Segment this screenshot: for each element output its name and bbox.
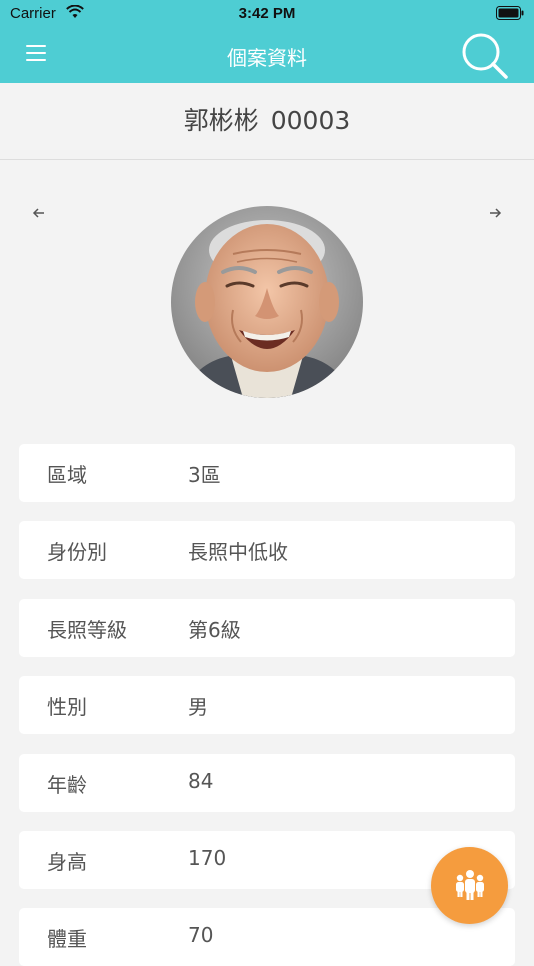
group-action-button[interactable]	[431, 847, 508, 924]
info-label: 體重	[47, 927, 87, 951]
client-id: 00003	[270, 106, 351, 135]
info-label: 長照等級	[47, 618, 127, 642]
nav-bar: 個案資料	[0, 28, 534, 83]
info-label: 身份別	[47, 540, 107, 564]
status-time: 3:42 PM	[238, 5, 296, 22]
arrow-right-icon[interactable]	[485, 203, 505, 223]
avatar	[171, 206, 363, 398]
info-row-region: 區域 3區	[19, 444, 515, 502]
info-value: 第6級	[188, 618, 241, 642]
info-row-identity: 身份別 長照中低收	[19, 521, 515, 579]
client-header: 郭彬彬 00003	[0, 83, 534, 160]
info-row-weight: 體重 70	[19, 908, 515, 966]
info-value: 170	[188, 846, 227, 870]
info-row-age: 年齡 84	[19, 754, 515, 812]
arrow-left-icon[interactable]	[29, 203, 49, 223]
client-name: 郭彬彬	[183, 106, 259, 135]
info-label: 性別	[47, 695, 87, 719]
info-value: 長照中低收	[188, 540, 288, 564]
info-value: 男	[188, 695, 208, 719]
info-value: 84	[188, 769, 214, 793]
info-value: 3區	[188, 463, 221, 487]
battery-icon	[496, 6, 524, 20]
info-row-gender: 性別 男	[19, 676, 515, 734]
info-value: 70	[188, 923, 214, 947]
page-title: 個案資料	[227, 46, 307, 70]
search-icon[interactable]	[460, 31, 510, 81]
group-people-icon	[456, 870, 484, 900]
info-label: 身高	[47, 850, 87, 874]
info-label: 年齡	[47, 773, 87, 797]
status-bar: Carrier 3:42 PM	[0, 0, 534, 28]
info-row-care-level: 長照等級 第6級	[19, 599, 515, 657]
info-label: 區域	[47, 463, 87, 487]
